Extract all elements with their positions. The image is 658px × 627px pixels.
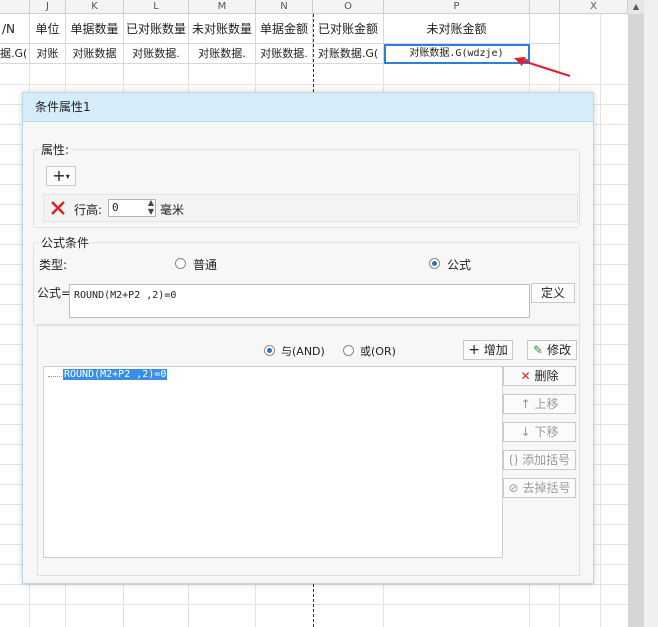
spin-up-icon[interactable]: ▲ [148, 199, 154, 207]
cell-empty[interactable] [530, 14, 560, 44]
add-condition-button[interactable]: + 增加 [463, 340, 513, 360]
dialog-body: 属性: +▾ 行高: 0 ▲ ▼ 毫米 公式条件 类型: 普通 公式 公式= R… [23, 122, 593, 583]
cell-header[interactable]: /N [0, 14, 30, 44]
type-normal-label[interactable]: 普通 [193, 256, 217, 273]
row-height-spinner[interactable]: 0 ▲ ▼ [108, 199, 156, 217]
formula-input[interactable]: ROUND(M2+P2 ,2)=0 [69, 284, 530, 318]
cell-header[interactable]: 单据数量 [66, 14, 124, 44]
cell-selection-border [384, 44, 530, 64]
tree-connector [48, 376, 62, 377]
column-header-n[interactable]: N [256, 0, 313, 14]
cell-header[interactable]: 已对账金额 [313, 14, 384, 44]
add-property-button[interactable]: +▾ [46, 166, 76, 186]
properties-group-label: 属性: [39, 141, 72, 158]
red-x-icon: ✕ [520, 369, 531, 383]
column-header-k[interactable]: K [66, 0, 124, 14]
vertical-scrollbar[interactable]: ▲ [628, 0, 658, 627]
column-header-p[interactable]: P [384, 0, 530, 14]
cell-header[interactable]: 单位 [30, 14, 66, 44]
define-button[interactable]: 定义 [531, 283, 575, 303]
type-label: 类型: [39, 258, 68, 272]
column-header-j[interactable]: J [30, 0, 66, 14]
column-header-x[interactable]: X [560, 0, 628, 14]
parentheses-icon: () [508, 453, 519, 467]
grid-line [0, 84, 628, 85]
plus-icon: + [52, 166, 66, 185]
delete-condition-label: 删除 [534, 369, 559, 383]
add-parentheses-label: 添加括号 [522, 453, 571, 467]
arrow-down-icon: ↓ [520, 425, 531, 439]
add-parentheses-button[interactable]: () 添加括号 [503, 450, 576, 470]
logic-or-radio[interactable] [343, 345, 354, 356]
cell-header[interactable]: 已对账数量 [124, 14, 189, 44]
cell-data[interactable]: 据.G( [0, 44, 30, 64]
logic-and-radio[interactable] [264, 345, 275, 356]
plus-icon: + [468, 342, 480, 358]
formula-condition-label: 公式条件 [39, 234, 92, 251]
chevron-down-icon: ▾ [65, 171, 70, 181]
grid-line [0, 584, 628, 585]
move-up-button[interactable]: ↑ 上移 [503, 394, 576, 414]
row-height-label: 行高: [74, 203, 103, 217]
formula-label: 公式= [37, 286, 72, 300]
column-header-i[interactable] [0, 0, 30, 14]
grid-line [600, 14, 601, 627]
dialog-title: 条件属性1 [23, 93, 593, 122]
condition-list[interactable]: ROUND(M2+P2 ,2)=0 [43, 366, 503, 558]
formula-text[interactable]: ROUND(M2+P2 ,2)=0 [74, 290, 176, 301]
scrollbar-thumb[interactable] [628, 14, 644, 627]
cell-data[interactable]: 对账数据 [66, 44, 124, 64]
remove-parentheses-button[interactable]: ⊘ 去掉括号 [503, 478, 576, 498]
spin-down-icon[interactable]: ▼ [148, 208, 154, 216]
arrow-up-icon: ↑ [520, 397, 531, 411]
type-formula-label[interactable]: 公式 [447, 256, 471, 273]
cell-header[interactable]: 未对账金额 [384, 14, 530, 44]
cell-data[interactable]: 对账数据. [189, 44, 256, 64]
grid-line [0, 604, 628, 605]
cell-header[interactable]: 单据金额 [256, 14, 313, 44]
move-down-label: 下移 [534, 425, 559, 439]
cell-data[interactable]: 对账数据. [256, 44, 313, 64]
red-arrow-annotation [514, 57, 571, 77]
move-up-label: 上移 [534, 397, 559, 411]
condition-properties-dialog: 条件属性1 属性: +▾ 行高: 0 ▲ ▼ 毫米 公式条件 类型: 普通 公式… [22, 92, 594, 584]
column-header-o[interactable]: O [313, 0, 384, 14]
logic-or-label[interactable]: 或(OR) [360, 343, 396, 359]
modify-condition-label: 修改 [546, 343, 571, 357]
cell-data[interactable]: 对账数据.G( [313, 44, 384, 64]
unit-label: 毫米 [160, 203, 185, 217]
remove-parentheses-label: 去掉括号 [522, 481, 571, 495]
delete-condition-button[interactable]: ✕ 删除 [503, 366, 576, 386]
cell-header[interactable]: 未对账数量 [189, 14, 256, 44]
condition-item[interactable]: ROUND(M2+P2 ,2)=0 [63, 369, 168, 380]
row-height-property: 行高: 0 ▲ ▼ 毫米 [43, 194, 578, 222]
edit-icon: ✎ [533, 343, 544, 357]
scroll-up-icon[interactable]: ▲ [628, 0, 644, 14]
column-header-q[interactable] [530, 0, 560, 14]
add-condition-label: 增加 [483, 343, 508, 357]
remove-parentheses-icon: ⊘ [508, 481, 519, 495]
red-x-icon[interactable] [50, 200, 66, 216]
type-formula-radio[interactable] [429, 258, 440, 269]
logic-and-label[interactable]: 与(AND) [281, 343, 325, 359]
column-header-m[interactable]: M [189, 0, 256, 14]
move-down-button[interactable]: ↓ 下移 [503, 422, 576, 442]
cell-data[interactable]: 对账 [30, 44, 66, 64]
row-height-input[interactable]: 0 [112, 201, 119, 214]
type-normal-radio[interactable] [175, 258, 186, 269]
cell-data[interactable]: 对账数据. [124, 44, 189, 64]
column-header-l[interactable]: L [124, 0, 189, 14]
modify-condition-button[interactable]: ✎ 修改 [527, 340, 577, 360]
